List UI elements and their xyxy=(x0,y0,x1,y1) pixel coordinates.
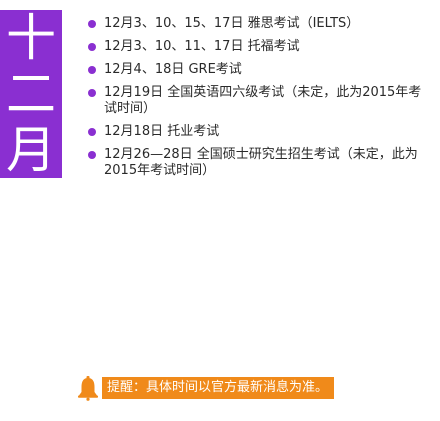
event-text: 12月4、18日 GRE考试 xyxy=(104,62,242,77)
event-text: 12月26—28日 全国硕士研究生招生考试（未定，此为2015年考试时间） xyxy=(104,147,418,178)
list-item: 12月18日 托业考试 xyxy=(88,124,430,140)
list-item: 12月3、10、15、17日 雅思考试（IELTS） xyxy=(88,16,430,32)
event-text: 12月3、10、15、17日 雅思考试（IELTS） xyxy=(104,16,360,31)
list-item: 12月4、18日 GRE考试 xyxy=(88,62,430,78)
bullet-dot-icon xyxy=(88,151,96,159)
month-char-1: 十 xyxy=(6,9,56,67)
bullet-dot-icon xyxy=(88,43,96,51)
month-char-3: 月 xyxy=(6,121,56,179)
notice-text: 提醒：具体时间以官方最新消息为准。 xyxy=(102,377,335,399)
bell-icon xyxy=(76,375,100,401)
notice-banner: 提醒：具体时间以官方最新消息为准。 xyxy=(76,375,335,401)
exam-schedule-list: 12月3、10、15、17日 雅思考试（IELTS） 12月3、10、11、17… xyxy=(88,16,430,186)
bullet-dot-icon xyxy=(88,89,96,97)
list-item: 12月19日 全国英语四六级考试（未定，此为2015年考试时间） xyxy=(88,85,430,117)
month-label-block: 十 二 月 xyxy=(0,10,62,178)
event-text: 12月19日 全国英语四六级考试（未定，此为2015年考试时间） xyxy=(104,85,422,116)
event-text: 12月18日 托业考试 xyxy=(104,124,220,139)
event-text: 12月3、10、11、17日 托福考试 xyxy=(104,39,300,54)
list-item: 12月3、10、11、17日 托福考试 xyxy=(88,39,430,55)
bullet-dot-icon xyxy=(88,66,96,74)
bullet-dot-icon xyxy=(88,128,96,136)
bullet-dot-icon xyxy=(88,20,96,28)
list-item: 12月26—28日 全国硕士研究生招生考试（未定，此为2015年考试时间） xyxy=(88,147,430,179)
month-char-2: 二 xyxy=(6,65,56,123)
